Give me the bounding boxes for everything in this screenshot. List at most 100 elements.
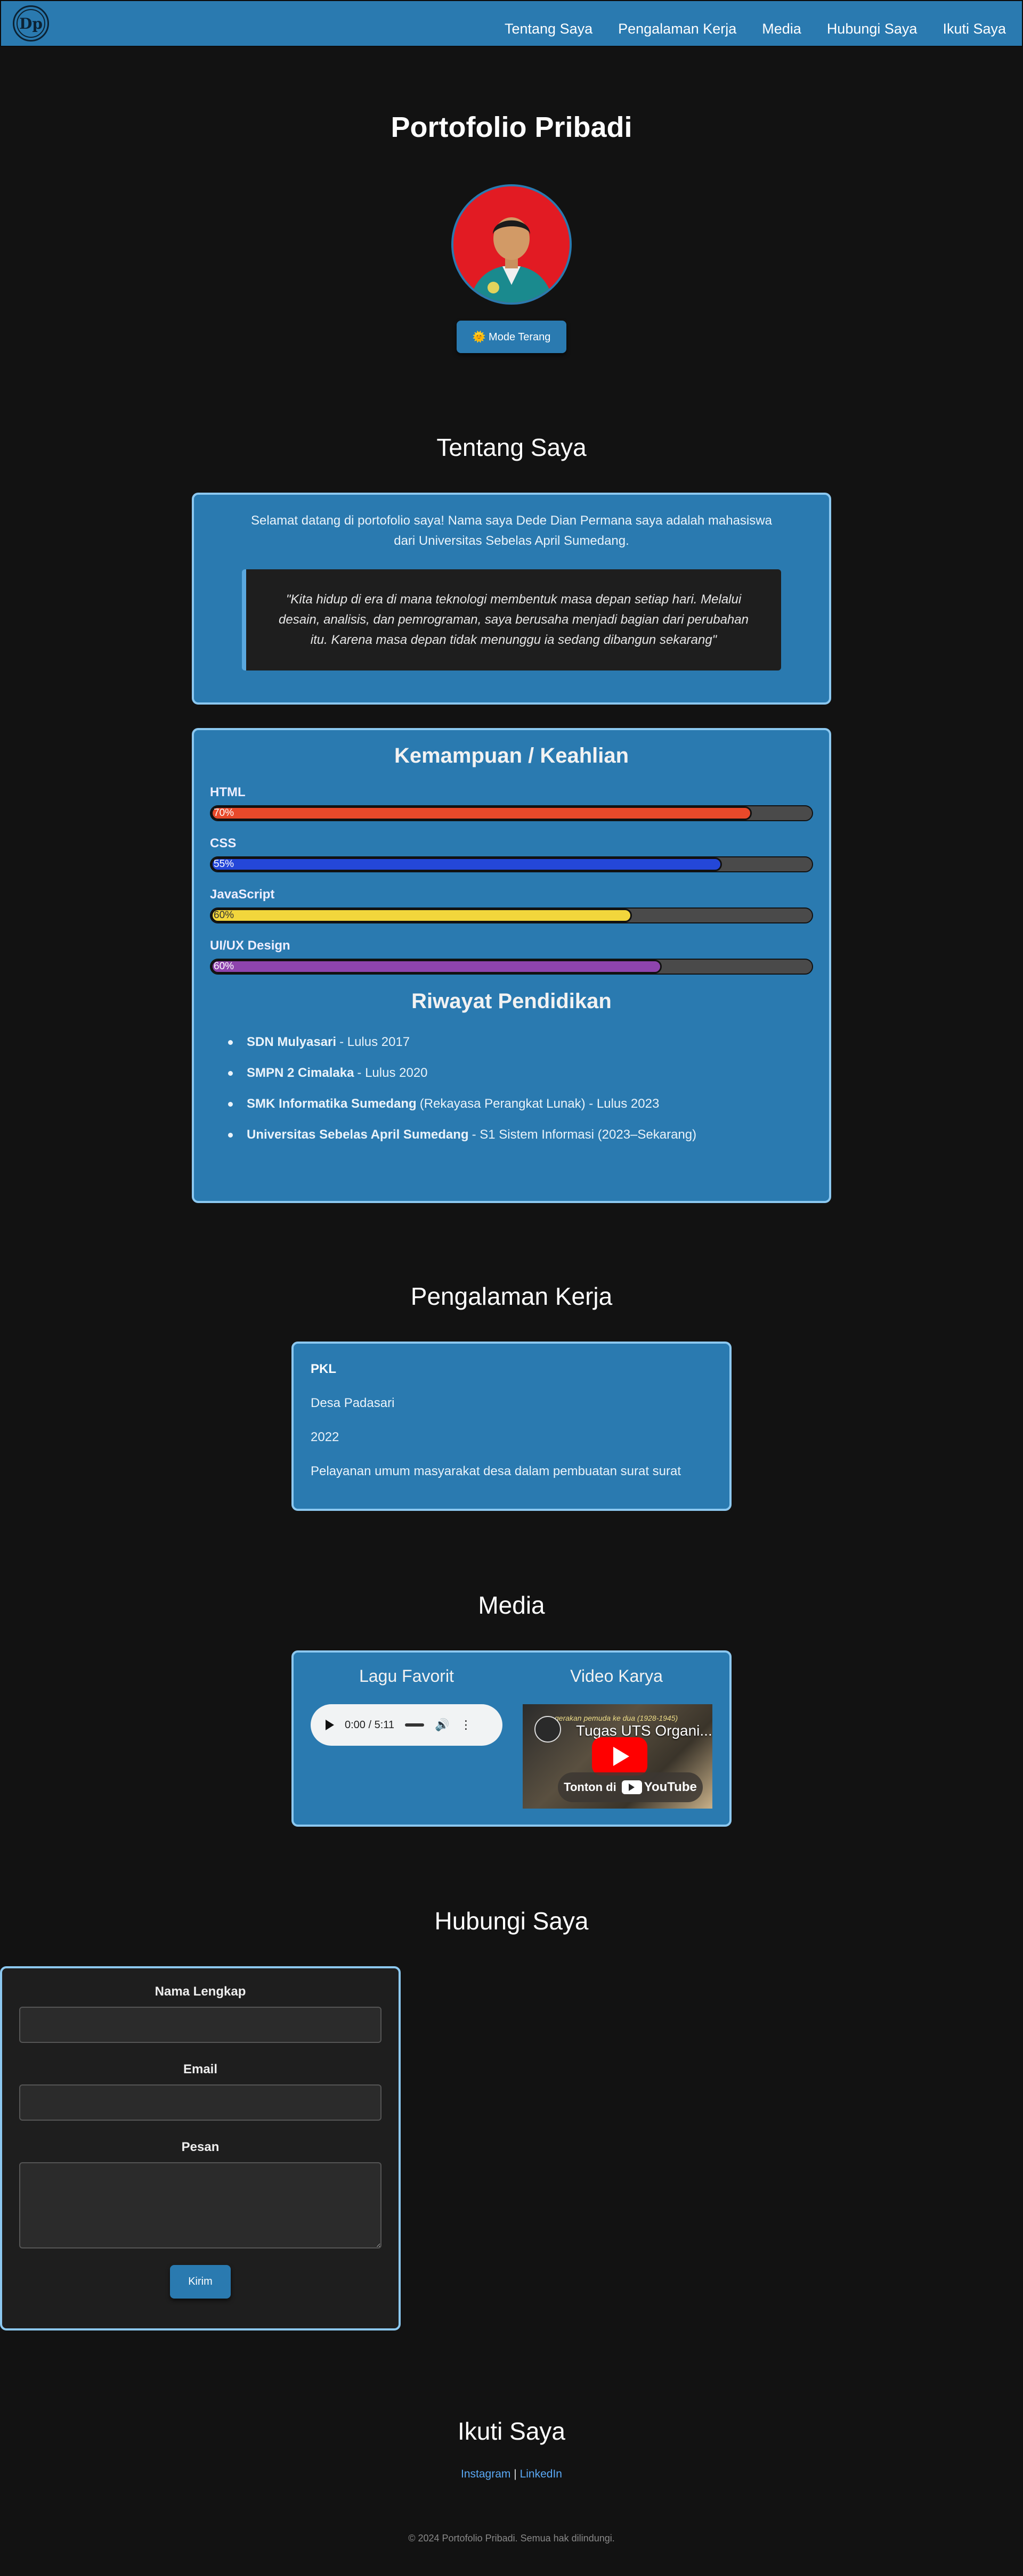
skill-name: JavaScript [210,887,275,902]
contact-form: Nama Lengkap Email Pesan Kirim [0,1966,401,2330]
experience-role: PKL [311,1362,336,1376]
social-separator: | [514,2468,517,2480]
name-label: Nama Lengkap [155,1984,246,1999]
skill-bar-track: 55% [210,856,813,872]
channel-avatar-icon[interactable] [534,1716,561,1743]
nav-link-tentang-saya[interactable]: Tentang Saya [505,21,592,37]
youtube-play-icon[interactable] [592,1737,647,1776]
name-field[interactable] [19,2007,381,2043]
more-options-icon[interactable]: ⋮ [460,1718,472,1732]
youtube-logo-icon: YouTube [621,1780,697,1795]
avatar-image [453,186,570,302]
about-text: Selamat datang di portofolio saya! Nama … [251,513,772,548]
nav-link-pengalaman-kerja[interactable]: Pengalaman Kerja [618,21,736,37]
skill-css: CSS 55% [210,836,813,872]
skill-percent-label: 70% [214,807,234,819]
education-item: SMPN 2 Cimalaka - Lulus 2020 [228,1066,813,1081]
experience-place: Desa Padasari [311,1396,395,1410]
skill-uiux-design: UI/UX Design 60% [210,938,813,975]
education-item: Universitas Sebelas April Sumedang - S1 S… [228,1127,813,1142]
experience-year: 2022 [311,1430,339,1444]
education-detail: - Lulus 2020 [357,1066,428,1080]
social-links: Instagram | LinkedIn [0,2468,1023,2481]
favorite-song-title: Lagu Favorit [359,1666,454,1686]
about-title: Tentang Saya [436,434,587,461]
skills-card: Kemampuan / Keahlian HTML 70% CSS 55% Ja… [192,728,831,1203]
message-field[interactable] [19,2162,381,2248]
about-quote: "Kita hidup di era di mana teknologi mem… [242,569,781,670]
logo-text: Dp [17,9,45,38]
follow-section: Ikuti Saya Instagram | LinkedIn [0,2330,1023,2481]
media-section: Media Lagu Favorit 0:00 / 5:11 🔊 ⋮ Video… [0,1511,1023,1827]
email-field[interactable] [19,2084,381,2121]
logo[interactable]: Dp [13,5,49,42]
about-card: Selamat datang di portofolio saya! Nama … [192,493,831,705]
skill-percent-label: 60% [214,910,234,921]
skill-bar-track: 60% [210,907,813,923]
education-item: SDN Mulyasari - Lulus 2017 [228,1035,813,1050]
bullet-icon [228,1040,233,1045]
bullet-icon [228,1070,233,1076]
bullet-icon [228,1101,233,1107]
submit-wrap: Kirim [19,2265,381,2299]
avatar [451,184,572,305]
skill-percent-label: 60% [214,961,234,972]
message-label: Pesan [181,2140,220,2154]
video-column: Video Karya gerakan pemuda ke dua (1928-… [521,1666,712,1809]
linkedin-link[interactable]: LinkedIn [520,2468,562,2480]
youtube-label: YouTube [644,1780,697,1794]
media-card: Lagu Favorit 0:00 / 5:11 🔊 ⋮ Video Karya… [291,1650,732,1827]
nav-link-hubungi-saya[interactable]: Hubungi Saya [827,21,918,37]
skill-bar-fill: 60% [211,909,632,922]
theme-toggle-button[interactable]: 🌞 Mode Terang [456,321,567,353]
watch-on-youtube-button[interactable]: Tonton di YouTube [558,1772,703,1802]
education-school: SMK Informatika Sumedang [247,1097,417,1111]
skill-javascript: JavaScript 60% [210,887,813,923]
youtube-video-embed[interactable]: gerakan pemuda ke dua (1928-1945) Tugas … [523,1704,712,1809]
play-icon[interactable] [326,1720,334,1730]
media-title: Media [478,1591,545,1619]
about-section: Tentang Saya Selamat datang di portofoli… [0,353,1023,1203]
follow-title: Ikuti Saya [458,2417,565,2445]
audio-time: 0:00 / 5:11 [345,1719,395,1731]
nav-links: Tentang Saya Pengalaman Kerja Media Hubu… [505,21,1006,37]
skill-name: CSS [210,836,237,851]
experience-description: Pelayanan umum masyarakat desa dalam pem… [311,1464,681,1478]
instagram-link[interactable]: Instagram [461,2468,510,2480]
hero: Portofolio Pribadi 🌞 Mode Terang [0,47,1023,353]
watch-label: Tonton di [564,1780,616,1794]
footer: © 2024 Portofolio Pribadi. Semua hak dil… [408,2533,615,2544]
experience-section: Pengalaman Kerja PKL Desa Padasari 2022 … [0,1203,1023,1511]
education-item: SMK Informatika Sumedang (Rekayasa Perang… [228,1097,813,1111]
volume-icon[interactable]: 🔊 [435,1718,449,1732]
education-detail: - S1 Sistem Informasi (2023–Sekarang) [472,1127,697,1142]
audio-player[interactable]: 0:00 / 5:11 🔊 ⋮ [311,1704,502,1746]
skill-bar-fill: 60% [211,960,662,974]
video-caption[interactable]: Tugas UTS Organi... [576,1722,712,1739]
contact-title: Hubungi Saya [434,1907,589,1935]
education-school: SDN Mulyasari [247,1035,337,1049]
skills-title: Kemampuan / Keahlian [394,744,629,767]
education-list: SDN Mulyasari - Lulus 2017 SMPN 2 Cimalak… [210,1035,813,1142]
navbar: Dp Tentang Saya Pengalaman Kerja Media H… [0,0,1023,47]
skill-html: HTML 70% [210,785,813,821]
skill-name: HTML [210,785,246,799]
nav-link-ikuti-saya[interactable]: Ikuti Saya [943,21,1006,37]
nav-link-media[interactable]: Media [762,21,801,37]
skill-percent-label: 55% [214,858,234,870]
education-title: Riwayat Pendidikan [411,989,612,1013]
video-section-title: Video Karya [570,1666,663,1686]
education-school: Universitas Sebelas April Sumedang [247,1127,469,1142]
skill-bar-fill: 70% [211,806,752,820]
skill-bar-track: 70% [210,805,813,821]
education-detail: (Rekayasa Perangkat Lunak) - Lulus 2023 [419,1097,660,1111]
video-thumbnail-text: gerakan pemuda ke dua (1928-1945) [555,1714,678,1722]
contact-section: Hubungi Saya Nama Lengkap Email Pesan Ki… [0,1827,1023,2330]
skill-bar-fill: 55% [211,857,722,871]
audio-progress-slider[interactable] [405,1723,425,1727]
education-school: SMPN 2 Cimalaka [247,1066,354,1080]
skill-bar-track: 60% [210,959,813,975]
submit-button[interactable]: Kirim [170,2265,231,2299]
email-label: Email [183,2062,218,2076]
favorite-song-column: Lagu Favorit 0:00 / 5:11 🔊 ⋮ [311,1666,502,1809]
